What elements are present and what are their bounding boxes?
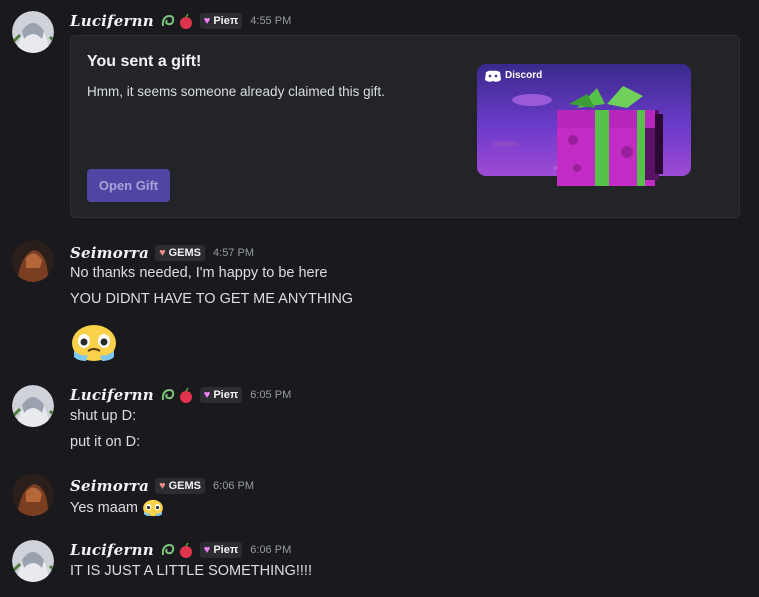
- username[interactable]: Lucifernn: [70, 541, 154, 559]
- message-text: Yes maam: [70, 499, 164, 517]
- timestamp: 6:06 PM: [213, 480, 254, 492]
- message-header: Seimorra ♥ GEMS 4:57 PM: [70, 244, 254, 262]
- timestamp: 6:05 PM: [250, 389, 292, 401]
- message-group: Seimorra ♥ GEMS 4:57 PM No thanks needed,…: [0, 232, 759, 372]
- heart-icon: ♥: [203, 389, 211, 401]
- message-header: Lucifernn ♥ Pieπ 6:06 PM: [70, 541, 291, 559]
- avatar[interactable]: [12, 385, 54, 427]
- username[interactable]: Seimorra: [70, 244, 149, 262]
- heart-icon: ♥: [203, 544, 211, 556]
- gift-title: You sent a gift!: [87, 53, 202, 70]
- swirl-leaf-icon: [161, 543, 174, 556]
- timestamp: 6:06 PM: [250, 544, 292, 556]
- gift-card: You sent a gift! Hmm, it seems someone a…: [70, 35, 740, 218]
- avatar[interactable]: [12, 474, 54, 516]
- apple-icon: [179, 13, 192, 29]
- timestamp: 4:57 PM: [213, 247, 254, 259]
- message-text: put it on D:: [70, 434, 141, 450]
- user-decorations: [160, 542, 194, 558]
- apple-icon: [179, 542, 192, 558]
- timestamp: 4:55 PM: [250, 15, 292, 27]
- swirl-leaf-icon: [161, 14, 174, 27]
- crying-face-emoji[interactable]: [142, 499, 164, 517]
- swirl-leaf-icon: [161, 388, 174, 401]
- avatar[interactable]: [12, 11, 54, 53]
- user-decorations: [160, 13, 194, 29]
- user-decorations: [160, 387, 194, 403]
- username[interactable]: Lucifernn: [70, 12, 154, 30]
- crying-face-emoji[interactable]: [70, 323, 118, 363]
- message-group: Seimorra ♥ GEMS 6:06 PM Yes maam: [0, 466, 759, 530]
- heart-icon: ♥: [203, 15, 211, 27]
- message-text: YOU DIDNT HAVE TO GET ME ANYTHING: [70, 291, 354, 307]
- message-header: Seimorra ♥ GEMS 6:06 PM: [70, 477, 254, 495]
- user-tag[interactable]: ♥ Pieπ: [199, 13, 243, 29]
- message-text: No thanks needed, I'm happy to be here: [70, 265, 328, 281]
- gift-artwork: Discord: [477, 64, 692, 188]
- message-group: Lucifernn ♥ Pieπ 4:55 PM You sent a gift!…: [0, 0, 759, 225]
- apple-icon: [179, 387, 192, 403]
- gift-description: Hmm, it seems someone already claimed th…: [87, 84, 385, 99]
- message-group: Lucifernn ♥ Pieπ 6:06 PM IT IS JUST A LIT…: [0, 530, 759, 597]
- heart-icon: ♥: [159, 247, 166, 259]
- user-tag[interactable]: ♥ GEMS: [155, 478, 206, 494]
- message-header: Lucifernn ♥ Pieπ 4:55 PM: [70, 12, 291, 30]
- user-tag[interactable]: ♥ GEMS: [155, 245, 206, 261]
- user-tag[interactable]: ♥ Pieπ: [199, 387, 243, 403]
- message-text: IT IS JUST A LITTLE SOMETHING!!!!: [70, 563, 312, 579]
- open-gift-button[interactable]: Open Gift: [87, 169, 170, 202]
- discord-brand-label: Discord: [505, 70, 543, 81]
- avatar[interactable]: [12, 240, 54, 282]
- user-tag[interactable]: ♥ Pieπ: [199, 542, 243, 558]
- avatar[interactable]: [12, 540, 54, 582]
- message-text: shut up D:: [70, 408, 137, 424]
- message-group: Lucifernn ♥ Pieπ 6:05 PM shut up D: put i…: [0, 375, 759, 465]
- username[interactable]: Seimorra: [70, 477, 149, 495]
- heart-icon: ♥: [159, 480, 166, 492]
- message-header: Lucifernn ♥ Pieπ 6:05 PM: [70, 386, 291, 404]
- username[interactable]: Lucifernn: [70, 386, 154, 404]
